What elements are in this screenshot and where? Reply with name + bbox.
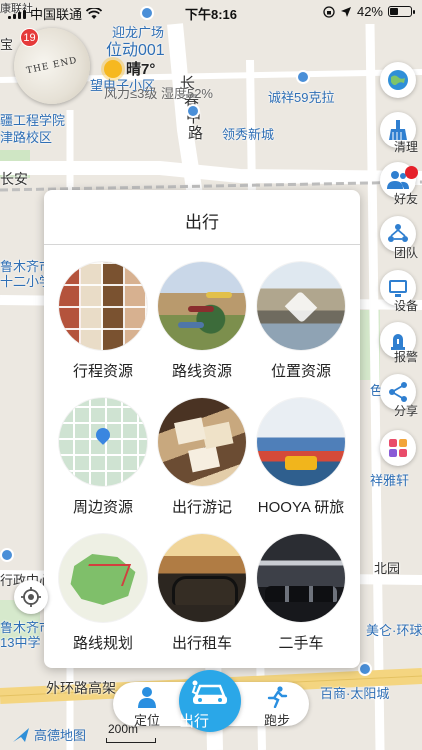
travelogue-image bbox=[158, 398, 246, 486]
dialog-divider bbox=[44, 244, 360, 245]
battery-icon bbox=[388, 6, 415, 17]
map-label: 祥雅轩 bbox=[370, 473, 410, 488]
used-cars-image bbox=[257, 534, 345, 622]
status-bar: 中国联通 下午8:16 42% bbox=[0, 0, 422, 24]
globe-icon bbox=[388, 70, 408, 90]
menu-item-itinerary[interactable]: 行程资源 bbox=[51, 262, 155, 381]
hooya-group-image bbox=[257, 398, 345, 486]
menu-item-used-cars[interactable]: 二手车 bbox=[249, 534, 353, 653]
menu-item-label: 出行游记 bbox=[171, 499, 232, 516]
menu-item-hooya-study-tour[interactable]: HOOYA 研旅 bbox=[249, 398, 353, 517]
apps-icon bbox=[389, 439, 407, 457]
map-label: 美仑·环球 bbox=[366, 623, 422, 638]
car-rental-image bbox=[158, 534, 246, 622]
signal-icon bbox=[8, 9, 26, 19]
friend-alert-dot bbox=[405, 166, 418, 179]
menu-item-label: 周边资源 bbox=[72, 499, 133, 516]
location-arrow-icon bbox=[340, 6, 351, 17]
menu-item-travelogue[interactable]: 出行游记 bbox=[150, 398, 254, 517]
menu-item-label: 出行租车 bbox=[171, 635, 232, 652]
menu-item-nearby[interactable]: 周边资源 bbox=[51, 398, 155, 517]
map-label: 领秀新城 bbox=[222, 127, 275, 142]
menu-item-route-planning[interactable]: 路线规划 bbox=[51, 534, 155, 653]
map-label: 津路校区 bbox=[0, 130, 53, 145]
map-label: 宝 bbox=[0, 37, 14, 52]
amap-logo: 高德地图 bbox=[12, 725, 86, 744]
menu-item-label: 二手车 bbox=[278, 635, 324, 652]
map-label: 北园 bbox=[374, 561, 401, 576]
tool-label: 设备 bbox=[393, 299, 418, 313]
locations-image bbox=[257, 262, 345, 350]
team-icon bbox=[388, 224, 408, 242]
rotation-lock-icon bbox=[323, 5, 335, 18]
carrier-label: 中国联通 bbox=[30, 7, 83, 22]
menu-item-locations[interactable]: 位置资源 bbox=[249, 262, 353, 381]
map-label: 13中学 bbox=[0, 635, 41, 650]
tool-label: 分享 bbox=[393, 404, 418, 418]
map-scale-bar bbox=[106, 738, 156, 743]
device-icon bbox=[389, 280, 407, 297]
crosshair-icon bbox=[21, 587, 41, 607]
locate-me-button[interactable] bbox=[14, 580, 48, 614]
nav-locate[interactable]: 定位 bbox=[117, 682, 177, 728]
map-label: 百商·太阳城 bbox=[320, 686, 390, 701]
weather-condition: 晴7° bbox=[126, 61, 156, 78]
tool-label: 报警 bbox=[393, 350, 418, 364]
nearby-map-image bbox=[59, 398, 147, 486]
profile-avatar-button[interactable]: THE END 19 bbox=[6, 20, 98, 112]
nav-label: 跑步 bbox=[263, 713, 290, 728]
avatar-text: THE END bbox=[25, 55, 79, 77]
menu-item-label: 位置资源 bbox=[270, 363, 331, 380]
map-label: 长安 bbox=[0, 171, 28, 187]
notification-badge: 19 bbox=[20, 28, 39, 47]
apps-button[interactable] bbox=[380, 430, 416, 466]
dialog-title: 出行 bbox=[185, 213, 219, 232]
menu-item-label: HOOYA 研旅 bbox=[257, 499, 345, 516]
battery-percent: 42% bbox=[356, 4, 383, 19]
map-label: 诚祥59克拉 bbox=[268, 90, 335, 105]
map-road-label: 外环路高架 bbox=[46, 680, 116, 696]
nav-travel[interactable]: 出行 bbox=[179, 670, 241, 732]
menu-item-label: 路线规划 bbox=[72, 635, 133, 652]
weather-widget: 晴7° bbox=[104, 58, 155, 79]
itinerary-image bbox=[59, 262, 147, 350]
nav-run[interactable]: 跑步 bbox=[247, 682, 307, 728]
layers-button[interactable] bbox=[380, 62, 416, 98]
amap-logo-icon bbox=[13, 727, 29, 742]
weather-details: 风力≤3级 湿度52% bbox=[104, 86, 213, 101]
tool-label: 清理 bbox=[393, 140, 418, 154]
tool-label: 团队 bbox=[393, 246, 418, 260]
share-icon bbox=[389, 382, 407, 402]
menu-item-label: 路线资源 bbox=[171, 363, 232, 380]
person-icon bbox=[138, 687, 156, 708]
menu-item-routes[interactable]: 路线资源 bbox=[150, 262, 254, 381]
poi-icon bbox=[358, 662, 372, 676]
running-icon bbox=[267, 686, 288, 709]
routes-image bbox=[158, 262, 246, 350]
poi-icon bbox=[186, 104, 200, 118]
wifi-icon bbox=[86, 7, 103, 19]
device-name[interactable]: 位动001 bbox=[106, 36, 165, 60]
sun-icon bbox=[104, 59, 122, 78]
map-road-label: 路 bbox=[188, 125, 204, 142]
route-planning-image bbox=[59, 534, 147, 622]
car-icon bbox=[191, 680, 227, 704]
menu-item-label: 行程资源 bbox=[72, 363, 133, 380]
menu-item-car-rental[interactable]: 出行租车 bbox=[150, 534, 254, 653]
travel-menu-dialog: 出行 行程资源 路线资源 位置资源 周边资源 出行游记 HOOYA 研旅 路线规… bbox=[44, 190, 360, 668]
map-scale-label: 200m bbox=[108, 722, 139, 736]
amap-logo-text: 高德地图 bbox=[34, 728, 87, 743]
poi-icon bbox=[296, 70, 310, 84]
poi-icon bbox=[0, 548, 14, 562]
nav-label: 出行 bbox=[179, 713, 210, 730]
tool-label: 好友 bbox=[393, 192, 418, 206]
